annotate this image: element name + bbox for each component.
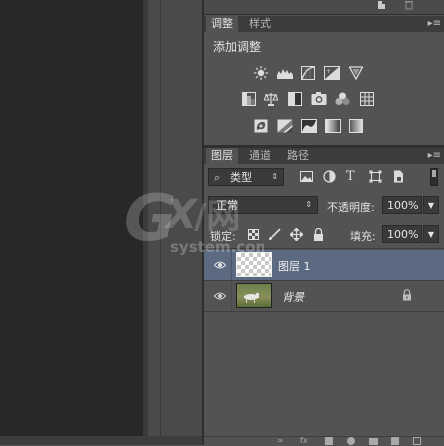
layer-list-divider bbox=[204, 248, 444, 249]
brightness-contrast-icon[interactable] bbox=[254, 66, 268, 80]
svg-text:+: + bbox=[326, 68, 331, 75]
pixel-filter-icon[interactable] bbox=[300, 170, 313, 183]
delete-layer-icon[interactable] bbox=[413, 437, 421, 445]
new-layer-icon[interactable] bbox=[391, 437, 399, 445]
chevron-down-icon: ▼ bbox=[427, 201, 435, 210]
kind-filter-label: 类型 bbox=[230, 171, 252, 184]
blend-mode-select[interactable]: 正常 ⇕ bbox=[208, 196, 318, 214]
photo-filter-icon[interactable] bbox=[311, 92, 327, 106]
smart-object-filter-icon[interactable] bbox=[392, 170, 405, 183]
shape-filter-icon[interactable] bbox=[369, 170, 382, 183]
visibility-eye-icon[interactable] bbox=[213, 290, 227, 302]
opacity-input[interactable]: 100% bbox=[382, 196, 422, 214]
chevron-down-icon: ▼ bbox=[427, 230, 435, 239]
panel-dock-gap bbox=[148, 0, 202, 436]
tab-adjustments[interactable]: 调整 bbox=[206, 16, 238, 32]
new-item-icon[interactable] bbox=[377, 0, 387, 13]
exposure-icon[interactable]: + bbox=[324, 66, 340, 80]
layers-tabbar: 图层 通道 路径 ▸≡ bbox=[204, 148, 444, 165]
add-adjustment-title: 添加调整 bbox=[213, 40, 262, 54]
vibrance-icon[interactable] bbox=[348, 66, 364, 81]
curves-icon[interactable] bbox=[301, 66, 315, 80]
tab-styles[interactable]: 样式 bbox=[244, 16, 276, 32]
layer-kind-filter-select[interactable]: ⌕ 类型 ⇕ bbox=[208, 168, 284, 186]
lock-all-icon[interactable] bbox=[313, 227, 324, 241]
visibility-eye-icon[interactable] bbox=[213, 259, 227, 271]
previous-panel-footer bbox=[204, 0, 444, 15]
lock-position-icon[interactable] bbox=[289, 227, 304, 242]
adjustment-filter-icon[interactable] bbox=[323, 170, 336, 183]
posterize-icon[interactable] bbox=[277, 119, 293, 133]
lock-label: 锁定: bbox=[210, 230, 236, 243]
channel-mixer-icon[interactable] bbox=[335, 92, 350, 106]
new-fill-adjustment-icon[interactable] bbox=[347, 437, 355, 445]
opacity-value: 100% bbox=[387, 199, 419, 212]
selective-color-icon[interactable] bbox=[349, 119, 363, 133]
layer-thumbnail-landscape bbox=[236, 283, 272, 308]
blend-mode-value: 正常 bbox=[216, 199, 238, 212]
layer-name[interactable]: 图层 1 bbox=[278, 258, 311, 274]
trash-icon[interactable] bbox=[404, 0, 414, 13]
new-group-icon[interactable] bbox=[369, 438, 378, 445]
opacity-dropdown-button[interactable]: ▼ bbox=[423, 196, 439, 214]
tab-layers[interactable]: 图层 bbox=[206, 148, 238, 164]
row-divider bbox=[231, 281, 232, 311]
color-lookup-icon[interactable] bbox=[360, 92, 374, 106]
lock-transparent-pixels-icon[interactable] bbox=[248, 229, 259, 240]
layer-row-layer-1[interactable]: 图层 1 bbox=[204, 250, 444, 281]
tab-channels[interactable]: 通道 bbox=[244, 148, 276, 164]
adjustments-panel: 添加调整 + bbox=[204, 32, 444, 145]
black-white-icon[interactable] bbox=[288, 92, 302, 106]
layer-name[interactable]: 背景 bbox=[282, 289, 304, 305]
layer-style-icon[interactable]: fx bbox=[300, 437, 308, 445]
lock-icon bbox=[402, 289, 412, 301]
adjustments-tabbar: 调整 样式 ▸≡ bbox=[204, 16, 444, 33]
tab-paths[interactable]: 路径 bbox=[282, 148, 314, 164]
layer-row-background[interactable]: 背景 bbox=[204, 281, 444, 312]
select-arrows-icon: ⇕ bbox=[305, 200, 312, 209]
hue-saturation-icon[interactable] bbox=[242, 92, 256, 106]
fill-label: 填充: bbox=[350, 230, 376, 243]
fill-input[interactable]: 100% bbox=[382, 225, 422, 243]
fill-value: 100% bbox=[387, 228, 419, 241]
levels-icon[interactable] bbox=[277, 66, 293, 80]
add-mask-icon[interactable] bbox=[325, 437, 333, 445]
search-icon: ⌕ bbox=[214, 171, 221, 184]
type-filter-icon[interactable]: T bbox=[346, 170, 359, 183]
layer-thumbnail-transparent bbox=[236, 252, 272, 277]
layers-panel-menu-icon[interactable]: ▸≡ bbox=[428, 148, 441, 164]
panel-menu-icon[interactable]: ▸≡ bbox=[428, 16, 441, 32]
lock-image-pixels-icon[interactable] bbox=[268, 228, 281, 241]
gradient-map-icon[interactable] bbox=[325, 119, 341, 133]
select-arrows-icon: ⇕ bbox=[271, 172, 278, 181]
layers-panel: ⌕ 类型 ⇕ T 正常 ⇕ 不透明度: 100% ▼ 锁定: 填充: 100% … bbox=[204, 164, 444, 436]
document-canvas-area[interactable] bbox=[0, 0, 143, 436]
color-balance-icon[interactable] bbox=[263, 92, 279, 106]
filter-toggle-switch[interactable] bbox=[430, 168, 438, 186]
invert-icon[interactable] bbox=[254, 119, 268, 133]
row-divider bbox=[231, 250, 232, 280]
dock-separator bbox=[160, 0, 161, 436]
threshold-icon[interactable] bbox=[301, 119, 317, 133]
link-layers-icon[interactable]: ∞ bbox=[277, 437, 284, 445]
opacity-label: 不透明度: bbox=[327, 201, 375, 214]
fill-dropdown-button[interactable]: ▼ bbox=[423, 225, 439, 243]
